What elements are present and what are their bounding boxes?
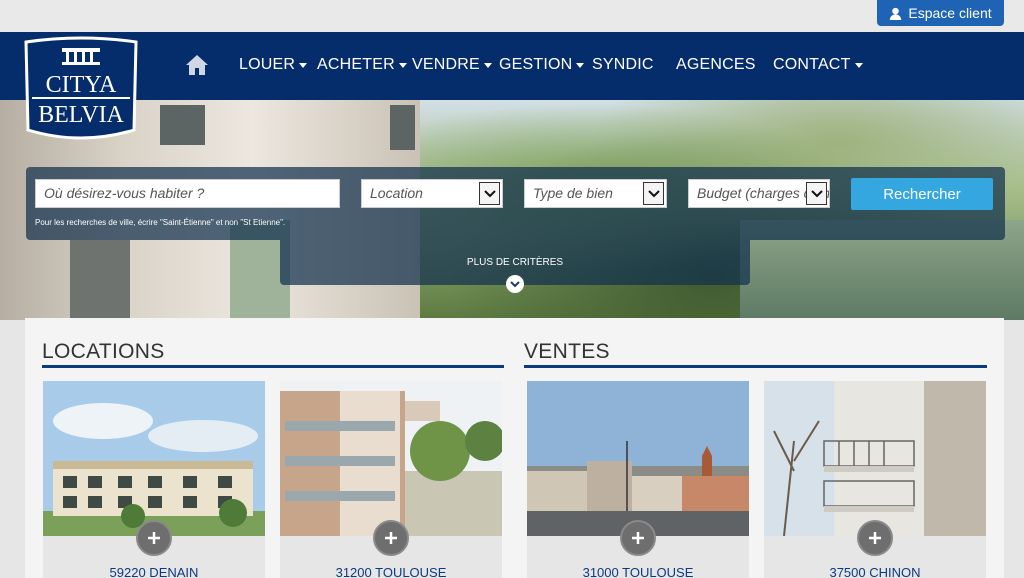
budget-select[interactable]: Budget (charges comprises) — [688, 179, 830, 208]
nav-menu: LOUER ACHETER VENDRE GESTION SYNDIC AGEN… — [0, 32, 1024, 100]
search-button[interactable]: Rechercher — [851, 178, 993, 210]
chevron-down-icon — [510, 280, 520, 287]
location-search-input[interactable]: Où désirez-vous habiter ? — [35, 179, 340, 208]
main-navbar: LOUER ACHETER VENDRE GESTION SYNDIC AGEN… — [0, 32, 1024, 100]
nav-item-agences[interactable]: AGENCES — [676, 56, 756, 74]
plus-icon — [385, 532, 397, 544]
nav-item-louer[interactable]: LOUER — [239, 56, 308, 74]
plus-icon — [632, 532, 644, 544]
espace-client-label: Espace client — [908, 5, 992, 21]
citya-belvia-logo[interactable]: CITYA BELVIA — [22, 34, 140, 144]
logo-text-citya: CITYA — [46, 72, 117, 98]
locations-rule — [42, 365, 504, 368]
user-icon — [890, 7, 902, 20]
caret-down-icon — [854, 62, 863, 68]
listing-city: 31000 TOULOUSE — [582, 565, 694, 578]
plus-icon — [869, 532, 881, 544]
listing-photo — [280, 381, 502, 536]
nav-label: GESTION — [499, 56, 573, 73]
search-hint: Pour les recherches de ville, écrire "Sa… — [35, 218, 286, 227]
nav-item-gestion[interactable]: GESTION — [499, 56, 585, 74]
espace-client-button[interactable]: Espace client — [877, 0, 1004, 26]
nav-item-acheter[interactable]: ACHETER — [317, 56, 407, 74]
home-icon[interactable] — [185, 54, 209, 76]
listing-card[interactable]: 37500 CHINON — [764, 381, 986, 578]
listing-photo — [527, 381, 749, 536]
listing-photo — [764, 381, 986, 536]
nav-label: ACHETER — [317, 56, 395, 73]
plus-button[interactable] — [857, 520, 893, 556]
transaction-select[interactable]: Location — [361, 179, 503, 208]
listing-city: 59220 DENAIN — [109, 565, 199, 578]
more-criteria-label[interactable]: PLUS DE CRITÈRES — [280, 257, 750, 268]
nav-item-vendre[interactable]: VENDRE — [412, 56, 492, 74]
plus-icon — [148, 532, 160, 544]
listing-card[interactable]: 31200 TOULOUSE — [280, 381, 502, 578]
nav-label: CONTACT — [773, 56, 851, 73]
nav-item-syndic[interactable]: SYNDIC — [592, 56, 654, 74]
chevron-down-icon — [806, 182, 827, 205]
logo-text-belvia: BELVIA — [38, 102, 124, 128]
caret-down-icon — [398, 62, 407, 68]
more-criteria-toggle[interactable] — [506, 275, 524, 293]
listing-card[interactable]: 59220 DENAIN — [43, 381, 265, 578]
ventes-rule — [524, 365, 987, 368]
listing-city: 31200 TOULOUSE — [335, 565, 447, 578]
plus-button[interactable] — [136, 520, 172, 556]
nav-item-contact[interactable]: CONTACT — [773, 56, 863, 74]
ventes-title: VENTES — [524, 340, 610, 363]
caret-down-icon — [576, 62, 585, 68]
listing-card[interactable]: 31000 TOULOUSE — [527, 381, 749, 578]
property-type-select[interactable]: Type de bien — [524, 179, 667, 208]
property-type-select-value: Type de bien — [533, 185, 613, 201]
locations-title: LOCATIONS — [42, 340, 165, 363]
caret-down-icon — [483, 62, 492, 68]
plus-button[interactable] — [373, 520, 409, 556]
nav-label: LOUER — [239, 56, 296, 73]
chevron-down-icon — [643, 182, 664, 205]
transaction-select-value: Location — [370, 185, 423, 201]
nav-label: SYNDIC — [592, 56, 654, 73]
nav-label: VENDRE — [412, 56, 480, 73]
listing-photo — [43, 381, 265, 536]
caret-down-icon — [299, 62, 308, 68]
nav-label: AGENCES — [676, 56, 756, 73]
top-utility-bar: Espace client — [0, 0, 1024, 32]
plus-button[interactable] — [620, 520, 656, 556]
chevron-down-icon — [479, 182, 500, 205]
listing-city: 37500 CHINON — [829, 565, 921, 578]
